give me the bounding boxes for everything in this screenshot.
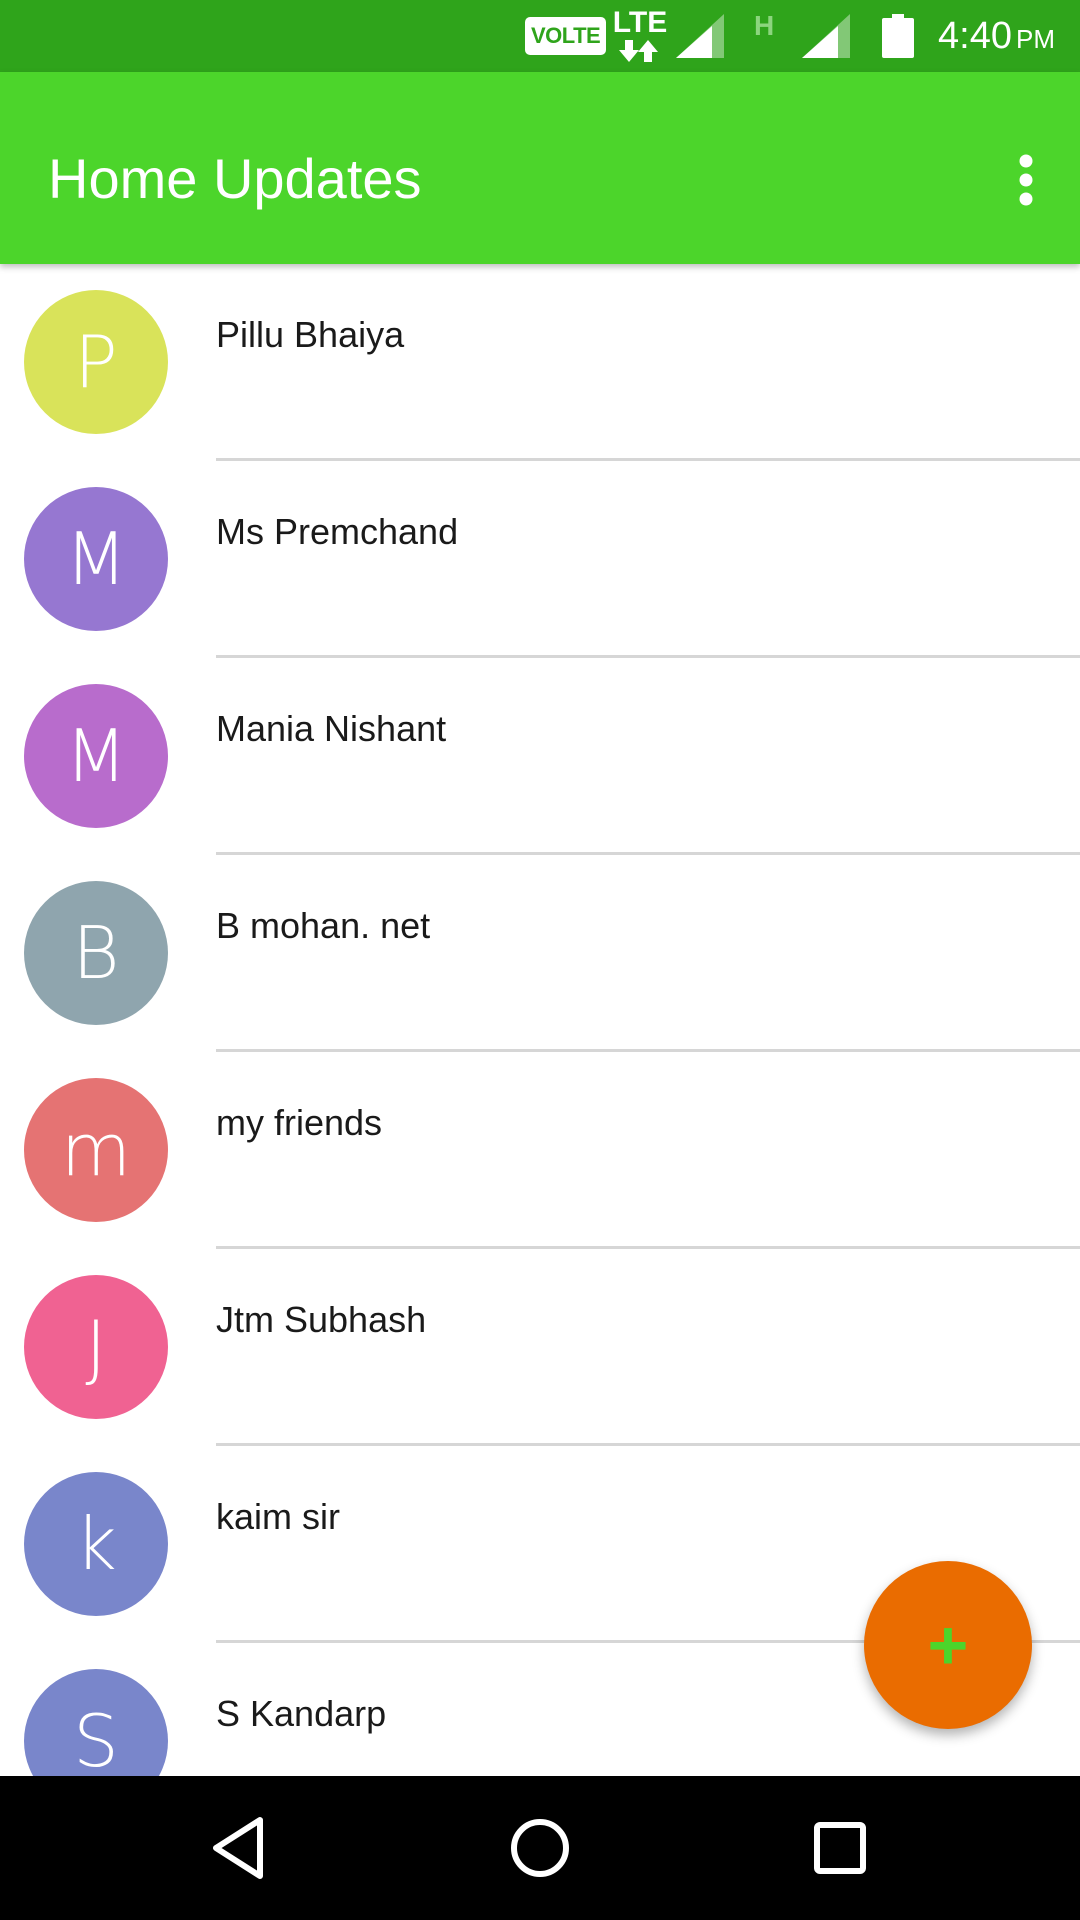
contact-name: my friends <box>216 1102 383 1143</box>
contact-row[interactable]: M Mania Nishant <box>0 658 1080 855</box>
clock-time: 4:40 <box>938 15 1012 57</box>
battery-icon <box>882 14 914 58</box>
avatar: J <box>24 1275 168 1419</box>
contact-name: S Kandarp <box>216 1693 387 1734</box>
signal-icon <box>802 14 850 58</box>
more-vert-icon <box>1019 154 1033 206</box>
contact-row[interactable]: P Pillu Bhaiya <box>0 264 1080 461</box>
contact-row[interactable]: m my friends <box>0 1052 1080 1249</box>
avatar: B <box>24 881 168 1025</box>
lte-arrows-icon <box>619 40 658 62</box>
contact-row[interactable]: J Jtm Subhash <box>0 1249 1080 1446</box>
back-icon[interactable] <box>200 1808 280 1888</box>
avatar: P <box>24 290 168 434</box>
contact-list: P Pillu Bhaiya M Ms Premchand M Mania Nishant… <box>0 264 1080 1776</box>
avatar: M <box>24 684 168 828</box>
contact-row[interactable]: M Ms Premchand <box>0 461 1080 658</box>
contact-name: kaim sir <box>216 1496 340 1537</box>
avatar: k <box>24 1472 168 1616</box>
contact-name: B mohan. net <box>216 905 431 946</box>
recents-icon[interactable] <box>800 1808 880 1888</box>
add-icon: + <box>927 1606 969 1684</box>
volte-badge: VOLTE <box>525 17 607 55</box>
lte-label: LTE <box>612 6 668 39</box>
contact-name: Jtm Subhash <box>216 1299 427 1340</box>
add-button[interactable]: + <box>864 1561 1032 1729</box>
clock: 4:40 PM <box>938 13 1055 62</box>
contact-row[interactable]: B B mohan. net <box>0 855 1080 1052</box>
contact-name: Pillu Bhaiya <box>216 314 405 355</box>
avatar: M <box>24 487 168 631</box>
h-indicator: H <box>754 10 775 41</box>
app-bar: Home Updates <box>0 72 1080 264</box>
signal-icon <box>676 14 724 58</box>
clock-ampm: PM <box>1016 24 1055 54</box>
contact-name: Ms Premchand <box>216 511 459 552</box>
contact-name: Mania Nishant <box>216 708 447 749</box>
status-bar: VOLTE LTE H 4:40 PM <box>0 0 1080 72</box>
overflow-menu-button[interactable] <box>992 140 1060 220</box>
navigation-bar <box>0 1776 1080 1920</box>
page-title: Home Updates <box>48 147 422 210</box>
home-icon[interactable] <box>500 1808 580 1888</box>
avatar: S <box>24 1669 168 1776</box>
avatar: m <box>24 1078 168 1222</box>
